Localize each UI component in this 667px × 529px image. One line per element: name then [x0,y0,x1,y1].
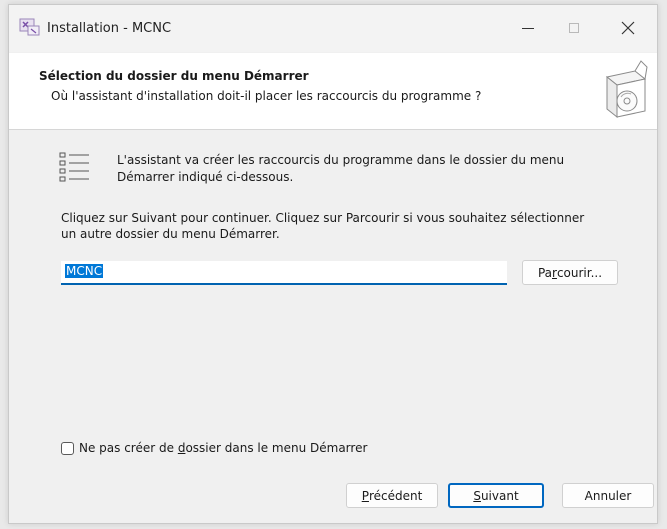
installer-app-icon [19,18,40,36]
list-icon [59,152,89,182]
installer-window: Installation - MCNC Sélection du dossier… [8,4,658,524]
minimize-icon [522,27,534,29]
wizard-header: Sélection du dossier du menu Démarrer Où… [9,53,657,130]
browse-label-post: courir... [556,265,603,280]
cancel-label: Annuler [584,488,632,503]
start-menu-folder-input[interactable]: MCNC [61,261,507,285]
window-title: Installation - MCNC [47,21,172,36]
instruction-text: Cliquez sur Suivant pour continuer. Cliq… [61,210,631,242]
wizard-content: L'assistant va créer les raccourcis du p… [9,130,657,523]
instruction-line: un autre dossier du menu Démarrer. [61,227,280,241]
no-folder-option[interactable]: Ne pas créer de dossier dans le menu Dém… [61,441,367,455]
folder-input-value: MCNC [65,264,104,278]
software-box-cd-icon [605,60,648,119]
close-button[interactable] [605,5,651,51]
no-folder-label: Ne pas créer de dossier dans le menu Dém… [79,441,367,455]
info-line: L'assistant va créer les raccourcis du p… [117,153,565,167]
browse-button[interactable]: Pa r courir... [522,260,618,285]
info-text: L'assistant va créer les raccourcis du p… [117,152,617,186]
back-button[interactable]: Précédent [346,483,438,508]
page-title: Sélection du dossier du menu Démarrer [39,69,309,83]
close-icon [621,21,635,35]
cancel-button[interactable]: Annuler [562,483,654,508]
page-subtitle: Où l'assistant d'installation doit-il pl… [51,89,482,103]
title-bar[interactable]: Installation - MCNC [9,5,657,52]
instruction-line: Cliquez sur Suivant pour continuer. Cliq… [61,211,585,225]
next-label-accel: S [473,488,481,503]
next-button[interactable]: Suivant [448,483,544,508]
no-folder-checkbox[interactable] [61,441,74,455]
info-line: Démarrer indiqué ci-dessous. [117,170,294,184]
checkbox-label-post: ossier dans le menu Démarrer [185,441,368,455]
checkbox-label-pre: Ne pas créer de [79,441,178,455]
minimize-button[interactable] [505,5,551,51]
maximize-button[interactable] [551,5,597,51]
back-label-accel: P [361,488,369,503]
next-label-post: uivant [480,488,519,503]
maximize-icon [569,23,579,33]
browse-label-pre: Pa [537,265,553,280]
back-label-post: récédent [368,488,423,503]
